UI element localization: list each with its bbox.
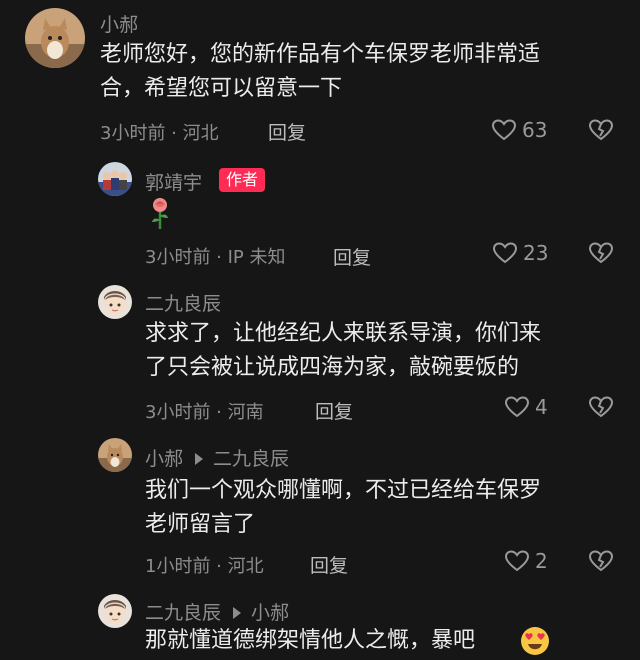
comment-item: 郭靖宇 作者 3小时前 · IP 未知 回复 23 bbox=[0, 150, 640, 280]
like-count: 4 bbox=[535, 395, 548, 419]
like-count: 2 bbox=[535, 549, 548, 573]
comment-time: 3小时前 bbox=[100, 123, 166, 144]
like-count: 23 bbox=[523, 241, 549, 265]
like-button[interactable]: 63 bbox=[492, 118, 547, 142]
like-count: 63 bbox=[522, 118, 548, 142]
like-button[interactable]: 23 bbox=[493, 241, 548, 265]
comment-location: 河北 bbox=[227, 556, 264, 577]
like-button[interactable]: 2 bbox=[505, 549, 548, 573]
comment-item: 二九良辰 小郝 那就懂道德绑架情他人之慨，暴吧 bbox=[0, 590, 640, 655]
avatar-cartoon-boy[interactable] bbox=[98, 285, 132, 319]
comment-location: 河北 bbox=[182, 123, 219, 144]
avatar-cat[interactable] bbox=[25, 8, 85, 68]
comment-text-line-2: 了只会被让说成四海为家，敲碗要饭的 bbox=[145, 355, 520, 380]
rose-emoji bbox=[148, 196, 172, 234]
comment-time: 1小时前 bbox=[145, 556, 211, 577]
broken-heart-icon bbox=[588, 119, 614, 141]
reply-button[interactable]: 回复 bbox=[268, 118, 306, 145]
comment-text-line-2: 合，希望您可以留意一下 bbox=[100, 76, 343, 101]
heart-outline-icon bbox=[492, 119, 516, 141]
comment-location: 河南 bbox=[227, 402, 264, 423]
broken-heart-icon bbox=[588, 550, 614, 572]
broken-heart-icon bbox=[588, 396, 614, 418]
heart-outline-icon bbox=[505, 550, 529, 572]
avatar-cat[interactable] bbox=[98, 438, 132, 472]
comment-author[interactable]: 二九良辰 bbox=[145, 289, 221, 316]
comment-item: 小郝 二九良辰 我们一个观众哪懂啊，不过已经给车保罗 老师留言了 1小时前 · 河… bbox=[0, 430, 640, 590]
comment-time: 3小时前 bbox=[145, 247, 211, 268]
comment-text-line-1: 老师您好，您的新作品有个车保罗老师非常适 bbox=[100, 42, 541, 67]
comment-item: 小郝 老师您好，您的新作品有个车保罗老师非常适 合，希望您可以留意一下 3小时前… bbox=[0, 0, 640, 150]
comment-author[interactable]: 小郝 bbox=[145, 448, 183, 470]
comment-location: IP 未知 bbox=[227, 247, 286, 268]
reply-arrow-icon bbox=[195, 452, 204, 465]
reply-arrow-icon bbox=[233, 606, 242, 619]
comment-meta: 1小时前 · 河北 bbox=[145, 556, 264, 577]
reply-target[interactable]: 二九良辰 bbox=[213, 448, 289, 470]
dislike-button[interactable] bbox=[588, 242, 614, 268]
avatar-group-photo[interactable] bbox=[98, 162, 132, 196]
heart-outline-icon bbox=[493, 242, 517, 264]
comment-meta: 3小时前 · 河北 bbox=[100, 123, 219, 144]
reply-target[interactable]: 小郝 bbox=[251, 602, 289, 624]
comment-text-line-1: 我们一个观众哪懂啊，不过已经给车保罗 bbox=[145, 478, 542, 503]
comment-meta: 3小时前 · 河南 bbox=[145, 402, 264, 423]
comment-meta: 3小时前 · IP 未知 bbox=[145, 247, 286, 268]
comment-text-line-1: 那就懂道德绑架情他人之慨，暴吧 bbox=[145, 628, 476, 653]
heart-outline-icon bbox=[505, 396, 529, 418]
like-button[interactable]: 4 bbox=[505, 395, 548, 419]
reply-button[interactable]: 回复 bbox=[310, 551, 348, 578]
broken-heart-icon bbox=[588, 242, 614, 264]
heart-eyes-emoji bbox=[520, 626, 550, 660]
comment-author[interactable]: 小郝 bbox=[100, 10, 138, 37]
dislike-button[interactable] bbox=[588, 119, 614, 145]
reply-button[interactable]: 回复 bbox=[315, 397, 353, 424]
comment-text-line-1: 求求了，让他经纪人来联系导演，你们来 bbox=[145, 321, 542, 346]
comment-author[interactable]: 二九良辰 bbox=[145, 602, 221, 624]
comment-time: 3小时前 bbox=[145, 402, 211, 423]
comment-item: 二九良辰 求求了，让他经纪人来联系导演，你们来 了只会被让说成四海为家，敲碗要饭… bbox=[0, 280, 640, 430]
comment-author[interactable]: 郭靖宇 bbox=[145, 168, 202, 195]
avatar-cartoon-boy[interactable] bbox=[98, 594, 132, 628]
dislike-button[interactable] bbox=[588, 550, 614, 576]
comment-author-reply-line: 二九良辰 小郝 bbox=[145, 598, 289, 625]
comment-text-line-2: 老师留言了 bbox=[145, 512, 256, 537]
comment-text-partial: 那就懂道德绑架情他人之慨，暴吧 bbox=[145, 624, 475, 658]
reply-button[interactable]: 回复 bbox=[333, 243, 371, 270]
author-badge: 作者 bbox=[219, 168, 266, 192]
dislike-button[interactable] bbox=[588, 396, 614, 422]
comment-author-reply-line: 小郝 二九良辰 bbox=[145, 444, 289, 471]
